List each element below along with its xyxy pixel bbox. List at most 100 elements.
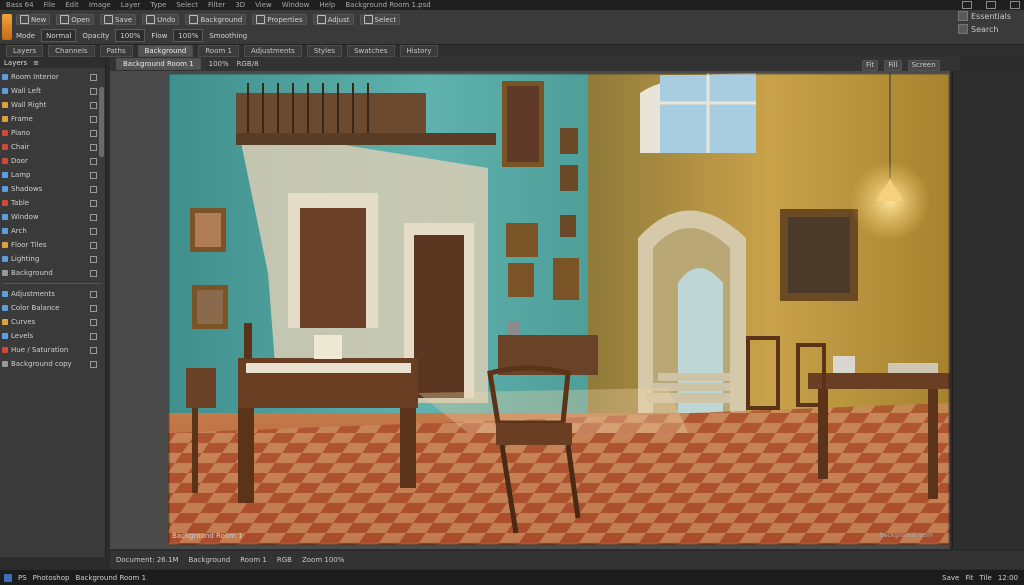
tab-2[interactable]: Paths <box>99 45 133 57</box>
layers-divider <box>4 283 101 284</box>
layer-row[interactable]: Background copy <box>0 357 105 371</box>
search-icon[interactable] <box>958 24 968 34</box>
view-controls: Fit Fill Screen <box>862 59 1012 71</box>
screen-button[interactable]: Screen <box>907 59 940 71</box>
menu-item-11[interactable]: Help <box>319 1 335 9</box>
visibility-icon[interactable] <box>90 346 97 354</box>
layer-row[interactable]: Lighting <box>0 252 105 266</box>
visibility-icon[interactable] <box>90 101 97 109</box>
document-tab[interactable]: Background Room 1 <box>116 58 201 70</box>
tab-5[interactable]: Adjustments <box>243 45 302 57</box>
toolbar-button-1[interactable]: Open <box>56 14 94 25</box>
toolbar-button-3[interactable]: Undo <box>142 14 180 25</box>
menu-item-3[interactable]: Image <box>89 1 111 9</box>
fill-button[interactable]: Fill <box>884 59 902 71</box>
option-field-5[interactable]: 100% <box>173 29 204 42</box>
menu-item-2[interactable]: Edit <box>65 1 79 9</box>
document-canvas[interactable] <box>168 73 950 545</box>
menu-item-1[interactable]: File <box>44 1 56 9</box>
maximize-icon[interactable] <box>986 1 996 9</box>
app-taskbar-icon[interactable] <box>4 573 12 582</box>
toolbar-button-6[interactable]: Adjust <box>312 14 354 25</box>
visibility-icon[interactable] <box>90 199 97 207</box>
visibility-icon[interactable] <box>90 171 97 179</box>
layer-row[interactable]: Lamp <box>0 168 105 182</box>
taskbar-item-2[interactable]: Background Room 1 <box>75 574 146 582</box>
layer-row[interactable]: Color Balance <box>0 301 105 315</box>
menu-item-8[interactable]: 3D <box>235 1 245 9</box>
visibility-icon[interactable] <box>90 87 97 95</box>
layer-row[interactable]: Adjustments <box>0 287 105 301</box>
layer-label: Arch <box>11 227 27 235</box>
layer-row[interactable]: Hue / Saturation <box>0 343 105 357</box>
toolbar-button-4[interactable]: Background <box>185 14 247 25</box>
menu-item-6[interactable]: Select <box>176 1 198 9</box>
layer-row[interactable]: Curves <box>0 315 105 329</box>
fit-button[interactable]: Fit <box>862 59 879 71</box>
tab-7[interactable]: Swatches <box>347 45 395 57</box>
tab-1[interactable]: Channels <box>48 45 95 57</box>
layer-row[interactable]: Floor Tiles <box>0 238 105 252</box>
search-label[interactable]: Search <box>971 25 998 34</box>
tab-4[interactable]: Room 1 <box>198 45 239 57</box>
close-icon[interactable] <box>1010 1 1020 9</box>
panel-menu-icon[interactable]: ≡ <box>33 59 39 67</box>
visibility-icon[interactable] <box>90 227 97 235</box>
layer-row[interactable]: Table <box>0 196 105 210</box>
layers-panel-title[interactable]: Layers <box>4 59 27 67</box>
visibility-icon[interactable] <box>90 115 97 123</box>
tab-8[interactable]: History <box>399 45 439 57</box>
taskbar-app-label[interactable]: PS <box>18 574 27 582</box>
visibility-icon[interactable] <box>90 129 97 137</box>
visibility-icon[interactable] <box>90 255 97 263</box>
menu-item-0[interactable]: Bass 64 <box>6 1 34 9</box>
visibility-icon[interactable] <box>90 73 97 81</box>
layer-color-icon <box>2 200 8 206</box>
layer-row[interactable]: Frame <box>0 112 105 126</box>
taskbar-right-3[interactable]: Tile <box>980 574 992 582</box>
layer-row[interactable]: Room Interior <box>0 70 105 84</box>
layer-color-icon <box>2 88 8 94</box>
visibility-icon[interactable] <box>90 318 97 326</box>
layers-scrollbar[interactable] <box>99 87 104 157</box>
layer-row[interactable]: Levels <box>0 329 105 343</box>
layer-row[interactable]: Chair <box>0 140 105 154</box>
layer-row[interactable]: Window <box>0 210 105 224</box>
visibility-icon[interactable] <box>90 185 97 193</box>
menu-item-5[interactable]: Type <box>150 1 166 9</box>
visibility-icon[interactable] <box>90 360 97 368</box>
layer-row[interactable]: Shadows <box>0 182 105 196</box>
layer-row[interactable]: Arch <box>0 224 105 238</box>
taskbar-right-1[interactable]: Save <box>942 574 959 582</box>
visibility-icon[interactable] <box>90 143 97 151</box>
visibility-icon[interactable] <box>90 213 97 221</box>
layer-row[interactable]: Door <box>0 154 105 168</box>
layer-row[interactable]: Piano <box>0 126 105 140</box>
taskbar-item-1[interactable]: Photoshop <box>33 574 70 582</box>
visibility-icon[interactable] <box>90 241 97 249</box>
option-field-1[interactable]: Normal <box>41 29 77 42</box>
visibility-icon[interactable] <box>90 290 97 298</box>
tab-3[interactable]: Background <box>137 45 194 57</box>
minimize-icon[interactable] <box>962 1 972 9</box>
tab-6[interactable]: Styles <box>306 45 343 57</box>
layer-row[interactable]: Wall Left <box>0 84 105 98</box>
tab-0[interactable]: Layers <box>6 45 44 57</box>
menu-item-10[interactable]: Window <box>282 1 310 9</box>
menu-item-7[interactable]: Filter <box>208 1 225 9</box>
taskbar-right-2[interactable]: Fit <box>965 574 973 582</box>
visibility-icon[interactable] <box>90 332 97 340</box>
visibility-icon[interactable] <box>90 269 97 277</box>
toolbar-button-0[interactable]: New <box>16 14 51 25</box>
layer-row[interactable]: Background <box>0 266 105 280</box>
option-field-3[interactable]: 100% <box>115 29 146 42</box>
visibility-icon[interactable] <box>90 157 97 165</box>
toolbar-button-7[interactable]: Select <box>359 14 401 25</box>
visibility-icon[interactable] <box>90 304 97 312</box>
menu-item-9[interactable]: View <box>255 1 272 9</box>
menu-item-4[interactable]: Layer <box>121 1 141 9</box>
toolbar-button-5[interactable]: Properties <box>252 14 307 25</box>
layer-row[interactable]: Wall Right <box>0 98 105 112</box>
toolbar-button-2[interactable]: Save <box>99 14 137 25</box>
workspace-label[interactable]: Essentials <box>971 12 1011 21</box>
